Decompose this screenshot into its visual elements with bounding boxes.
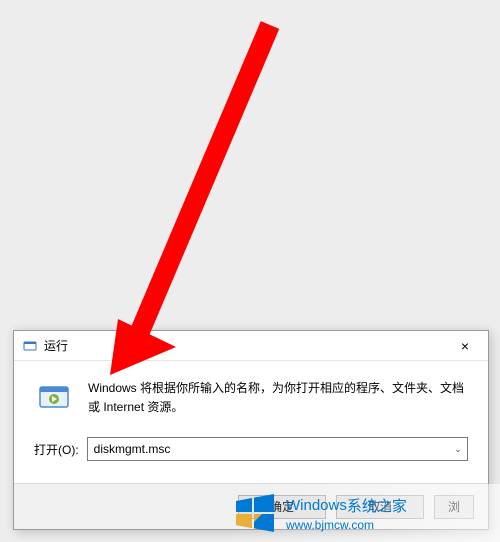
dialog-title: 运行 (44, 337, 450, 354)
dialog-titlebar[interactable]: 运行 × (14, 331, 488, 361)
run-title-icon (22, 338, 38, 354)
dialog-info: Windows 将根据你所输入的名称，为你打开相应的程序、文件夹、文档或 Int… (34, 377, 468, 417)
dialog-description: Windows 将根据你所输入的名称，为你打开相应的程序、文件夹、文档或 Int… (88, 377, 468, 417)
watermark-brand-suffix: 系统之家 (347, 495, 407, 516)
watermark-brand-prefix: Windows (286, 497, 347, 514)
open-input-row: 打开(O): ⌄ (34, 437, 468, 461)
watermark-text: Windows 系统之家 www.bjmcw.com (286, 495, 407, 532)
run-program-icon (34, 377, 74, 417)
red-arrow-annotation (100, 15, 280, 375)
windows-logo-icon (230, 489, 278, 537)
chevron-down-icon[interactable]: ⌄ (449, 438, 467, 460)
open-label: 打开(O): (34, 441, 79, 458)
desktop-background: 运行 × Windows 将根据你所输入的名称，为你打开相应的程序、文件夹、文档… (0, 0, 500, 542)
open-combobox[interactable]: ⌄ (87, 437, 468, 461)
watermark-url: www.bjmcw.com (286, 518, 407, 532)
dialog-body: Windows 将根据你所输入的名称，为你打开相应的程序、文件夹、文档或 Int… (14, 361, 488, 461)
watermark-title: Windows 系统之家 (286, 495, 407, 516)
close-button[interactable]: × (450, 336, 480, 356)
watermark: Windows 系统之家 www.bjmcw.com (220, 484, 500, 542)
open-input[interactable] (88, 438, 449, 460)
